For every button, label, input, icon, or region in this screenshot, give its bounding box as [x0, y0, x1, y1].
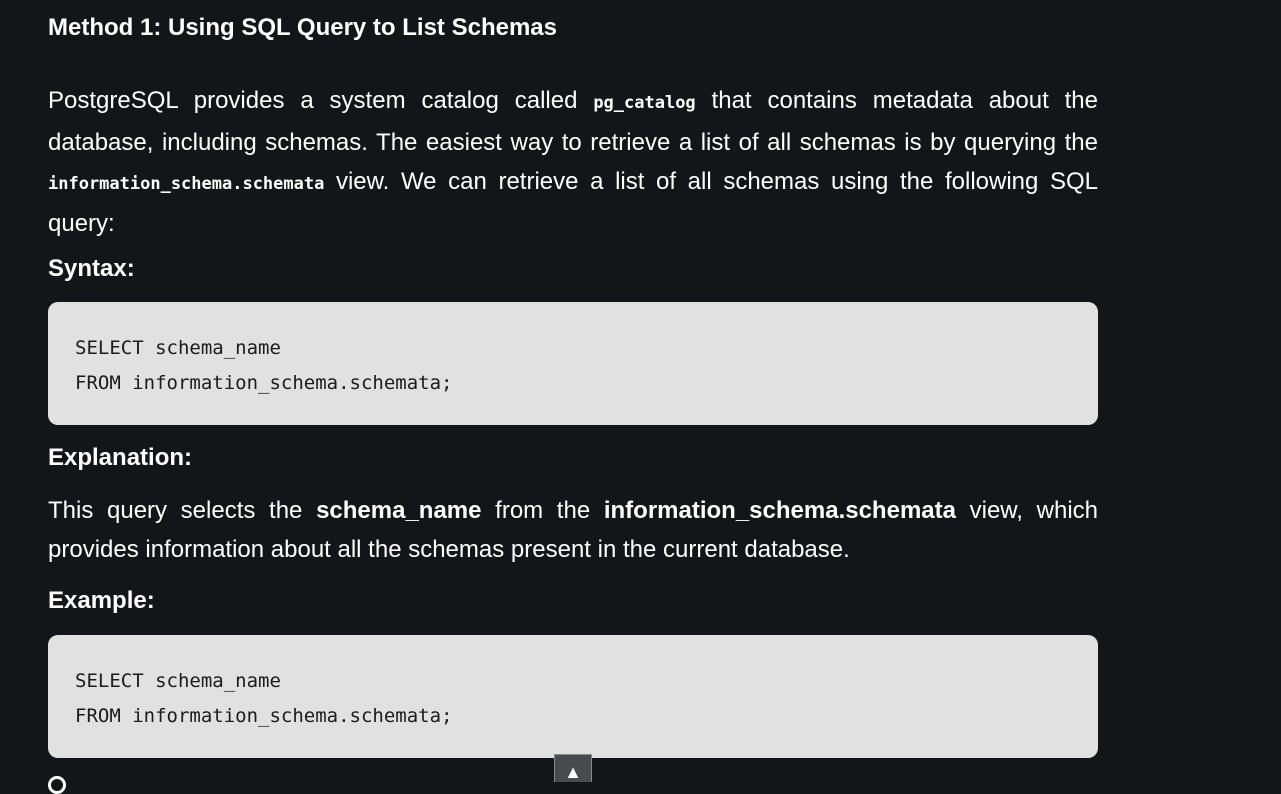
bold-schema-name: schema_name	[316, 497, 482, 524]
scroll-to-top-button[interactable]: ▲	[554, 754, 592, 782]
intro-paragraph: PostgreSQL provides a system catalog cal…	[48, 81, 1098, 243]
section-heading: Method 1: Using SQL Query to List Schema…	[48, 14, 557, 41]
arrow-up-icon: ▲	[564, 762, 582, 782]
explanation-label: Explanation:	[48, 444, 193, 471]
inline-code-information-schema: information_schema.schemata	[48, 174, 325, 194]
code-line: FROM information_schema.schemata;	[75, 372, 453, 394]
code-line: SELECT schema_name	[75, 670, 281, 692]
explanation-paragraph: This query selects the schema_name from …	[48, 491, 1098, 569]
bold-information-schema: information_schema.schemata	[603, 497, 956, 524]
code-line: SELECT schema_name	[75, 337, 281, 359]
syntax-code-block[interactable]: SELECT schema_name FROM information_sche…	[48, 302, 1098, 425]
explanation-text-2: from the	[481, 497, 604, 524]
example-code-block[interactable]: SELECT schema_name FROM information_sche…	[48, 635, 1098, 758]
cut-off-heading-glyph	[48, 776, 66, 794]
syntax-label: Syntax:	[48, 255, 135, 282]
explanation-text-1: This query selects the	[48, 497, 317, 524]
example-label: Example:	[48, 587, 155, 614]
inline-code-pg-catalog: pg_catalog	[593, 93, 696, 113]
code-line: FROM information_schema.schemata;	[75, 705, 453, 727]
intro-text-1: PostgreSQL provides a system catalog cal…	[48, 87, 594, 114]
